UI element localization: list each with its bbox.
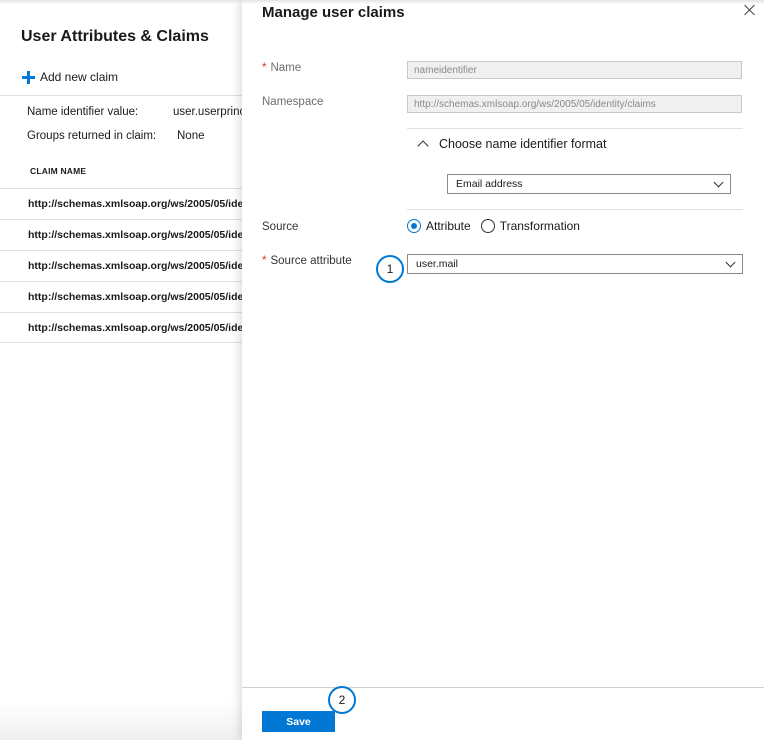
radio-label: Attribute [426,219,471,233]
footer-divider [242,687,764,688]
name-field[interactable]: nameidentifier [407,61,742,79]
save-button[interactable]: Save [262,711,335,732]
add-new-claim-button[interactable]: Add new claim [22,70,118,84]
namespace-field[interactable]: http://schemas.xmlsoap.org/ws/2005/05/id… [407,95,742,113]
radio-selected-icon [407,219,421,233]
chevron-down-icon [725,257,736,267]
page-shade [0,700,242,740]
source-attribute-value: user.mail [416,258,459,270]
page-title: User Attributes & Claims [21,28,209,45]
format-toggle-label: Choose name identifier format [439,137,607,151]
required-marker: * [262,62,267,74]
table-row[interactable]: http://schemas.xmlsoap.org/ws/2005/05/id… [0,281,242,312]
chevron-down-icon [713,177,724,187]
format-toggle[interactable]: Choose name identifier format [415,137,607,152]
plus-icon [22,70,35,84]
manage-user-claims-panel: Manage user claims * Name nameidentifier … [242,0,764,740]
close-icon[interactable] [742,2,758,18]
claims-table: http://schemas.xmlsoap.org/ws/2005/05/id… [0,188,242,343]
table-row[interactable]: http://schemas.xmlsoap.org/ws/2005/05/id… [0,188,242,219]
radio-label: Transformation [499,219,580,233]
name-field-label: * Name [262,62,302,74]
table-row[interactable]: http://schemas.xmlsoap.org/ws/2005/05/id… [0,219,242,250]
namespace-field-label: Namespace [262,96,324,108]
required-marker: * [262,255,267,267]
step-badge-1: 1 [376,255,404,283]
add-new-claim-label: Add new claim [40,70,119,84]
table-row[interactable]: http://schemas.xmlsoap.org/ws/2005/05/id… [0,250,242,281]
divider [0,95,242,96]
source-label: Source [262,221,299,233]
source-transformation-radio[interactable]: Transformation [480,219,580,233]
user-attributes-page: User Attributes & Claims Add new claim N… [0,0,292,740]
top-shade [0,0,764,4]
source-attribute-radio[interactable]: Attribute [407,219,471,233]
source-radio-group: Attribute Transformation [407,219,590,233]
format-select-value: Email address [456,178,523,190]
source-attribute-select[interactable]: user.mail [407,254,743,274]
name-identifier-format-select[interactable]: Email address [447,174,731,194]
table-row[interactable]: http://schemas.xmlsoap.org/ws/2005/05/id… [0,312,242,343]
chevron-up-icon [417,140,429,152]
radio-unselected-icon [480,219,495,233]
panel-title: Manage user claims [262,4,405,21]
source-attribute-label: * Source attribute [262,255,352,267]
name-identifier-format-section: Choose name identifier format Email addr… [407,128,743,210]
claim-name-column-header: CLAIM NAME [30,166,87,176]
groups-returned-value: None [177,130,205,142]
name-identifier-label: Name identifier value: [27,106,139,118]
step-badge-2: 2 [328,686,356,714]
screen: User Attributes & Claims Add new claim N… [0,0,764,740]
groups-returned-label: Groups returned in claim: [27,130,157,142]
